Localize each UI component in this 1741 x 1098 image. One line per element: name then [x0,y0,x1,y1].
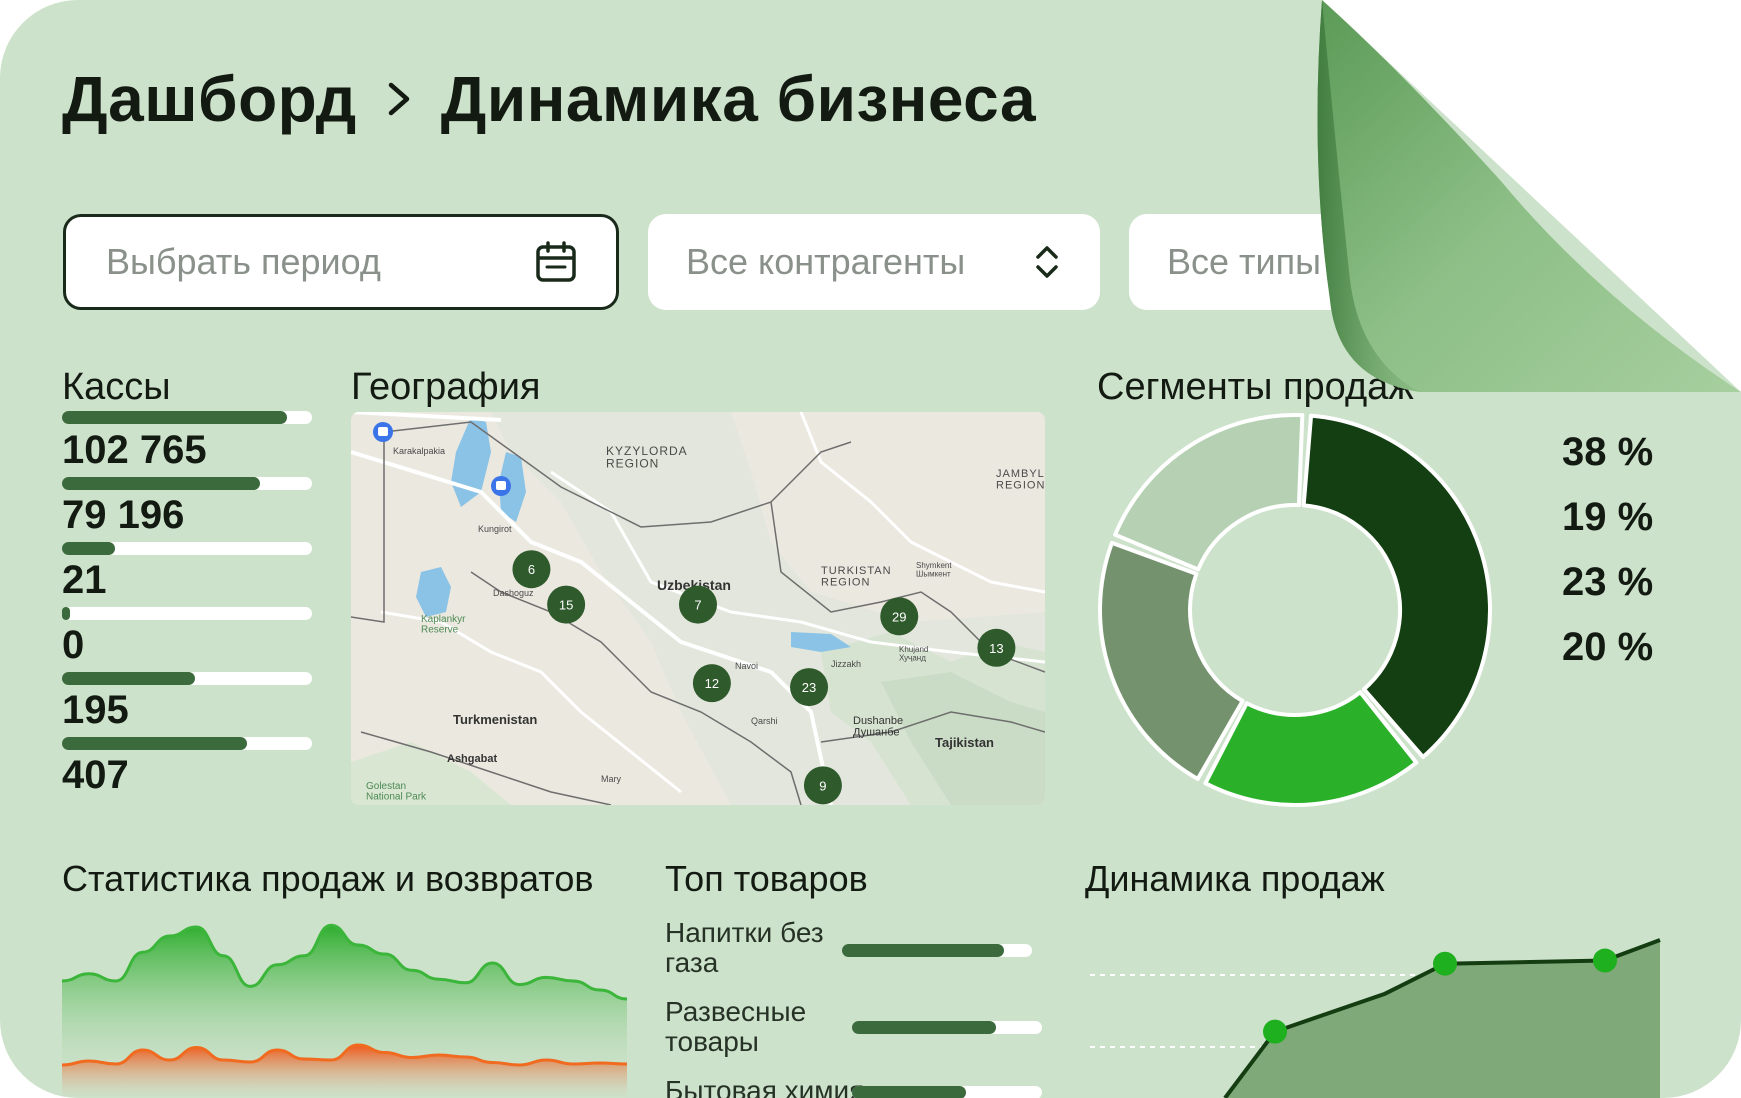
segment-percent: 20 % [1562,625,1654,669]
map-cluster-marker[interactable]: 7 [679,585,717,624]
kassa-progress-bar [62,737,312,750]
map-cluster-count: 23 [802,680,816,695]
donut-slice[interactable] [1113,413,1305,572]
sales-dynamics-title: Динамика продаж [1085,858,1385,899]
segments-donut-chart [1098,413,1492,807]
kassa-value: 79 196 [62,493,185,537]
map-cluster-marker[interactable]: 13 [977,628,1016,667]
map-cluster-marker[interactable]: 9 [803,766,842,805]
top-product-label: Развесные товары [665,996,807,1057]
period-picker[interactable]: Выбрать период [63,214,619,310]
top-product-fill [852,1021,997,1034]
map-label-dashoguz: Dashoguz [493,588,534,598]
map-label-kungirot: Kungirot [478,524,512,534]
kassa-progress-bar [62,607,312,620]
breadcrumb: Дашборд Динамика бизнеса [62,62,1036,136]
types-select[interactable]: Все типы [1129,214,1449,310]
map-canvas: KYZYLORDA REGION JAMBYL REGION TURKISTAN RE… [351,412,1045,805]
sales-stats-title: Статистика продаж и возвратов [62,858,594,899]
kassa-progress-bar [62,411,312,424]
top-product-fill [852,1086,966,1098]
kassa-progress-fill [62,477,260,490]
map-cluster-count: 12 [705,676,719,691]
chevron-up-down-icon [1036,246,1058,278]
kassa-progress-fill [62,737,247,750]
sales-returns-chart [62,923,627,1098]
map-label-tajikistan: Tajikistan [935,735,994,750]
segment-percent: 38 % [1562,430,1654,474]
segment-percent: 23 % [1562,560,1654,604]
counterparties-select[interactable]: Все контрагенты [648,214,1100,310]
map-label-turkmenistan: Turkmenistan [453,712,537,727]
period-placeholder: Выбрать период [106,241,381,282]
kassa-value: 195 [62,688,129,732]
breadcrumb-root[interactable]: Дашборд [62,62,357,136]
kassa-value: 21 [62,558,107,602]
map-cluster-marker[interactable]: 15 [547,585,586,624]
top-product-fill [842,944,1004,957]
map-cluster-count: 13 [989,641,1003,656]
map-cluster-count: 9 [819,778,826,793]
map-label-mary: Mary [601,774,621,784]
map-label-khujand: Khujand Хуҷанд [899,645,928,662]
map-cluster-count: 6 [528,562,535,577]
top-product-bar [842,944,1032,957]
dynamics-point[interactable] [1263,1019,1287,1044]
location-pin-icon[interactable] [491,476,511,496]
donut-slice[interactable] [1098,540,1245,781]
map-label-ashgabat: Ashgabat [447,753,497,765]
counterparties-value: Все контрагенты [686,241,966,282]
map-cluster-marker[interactable]: 6 [512,550,551,589]
calendar-icon [536,241,576,282]
geography-title: География [351,366,541,408]
map-label-navoi: Navoi [735,661,758,671]
kassa-progress-fill [62,672,195,685]
sales-dynamics-chart [1090,938,1661,1098]
location-pin-icon[interactable] [373,422,393,442]
geography-map[interactable]: KYZYLORDA REGION JAMBYL REGION TURKISTAN RE… [351,412,1045,805]
kassa-progress-bar [62,542,312,555]
dynamics-point[interactable] [1433,951,1457,976]
page-title: Динамика бизнеса [440,63,1037,135]
top-products-title: Топ товаров [665,858,868,899]
top-product-label: Бытовая химия [665,1075,865,1098]
kassa-progress-fill [62,607,70,620]
map-label-jambyl: JAMBYL REGION [996,468,1045,492]
map-cluster-count: 15 [559,598,573,613]
kassa-progress-fill [62,411,287,424]
kassa-value: 0 [62,623,85,667]
chevron-right-icon [388,82,410,116]
kassa-progress-bar [62,477,312,490]
map-label-shymkent: Shymkent Шымкент [916,561,952,578]
map-label-dushanbe: Dushanbe Душанбе [853,715,903,739]
types-value: Все типы [1167,241,1322,282]
map-cluster-count: 7 [694,598,701,613]
kassa-value: 102 765 [62,428,207,472]
kassy-title: Кассы [62,366,171,408]
dashboard-card: Дашборд Динамика бизнеса Выбрать период … [0,0,1741,1098]
kassa-value: 407 [62,753,129,797]
map-cluster-marker[interactable]: 23 [790,668,829,707]
top-product-bar [852,1086,1042,1098]
map-label-qarshi: Qarshi [751,716,778,726]
kassa-progress-fill [62,542,115,555]
map-label-jizzakh: Jizzakh [831,659,861,669]
map-cluster-count: 29 [892,609,906,624]
map-cluster-marker[interactable]: 29 [880,597,919,636]
top-product-label: Напитки без газа [665,917,824,978]
donut-slice[interactable] [1301,413,1492,760]
segment-percent: 19 % [1562,495,1654,539]
map-label-karakalpakia: Karakalpakia [393,446,445,456]
kassa-progress-bar [62,672,312,685]
segments-title: Сегменты продаж [1097,366,1414,408]
map-cluster-marker[interactable]: 12 [692,664,731,703]
top-product-bar [852,1021,1042,1034]
dynamics-point[interactable] [1593,948,1617,973]
